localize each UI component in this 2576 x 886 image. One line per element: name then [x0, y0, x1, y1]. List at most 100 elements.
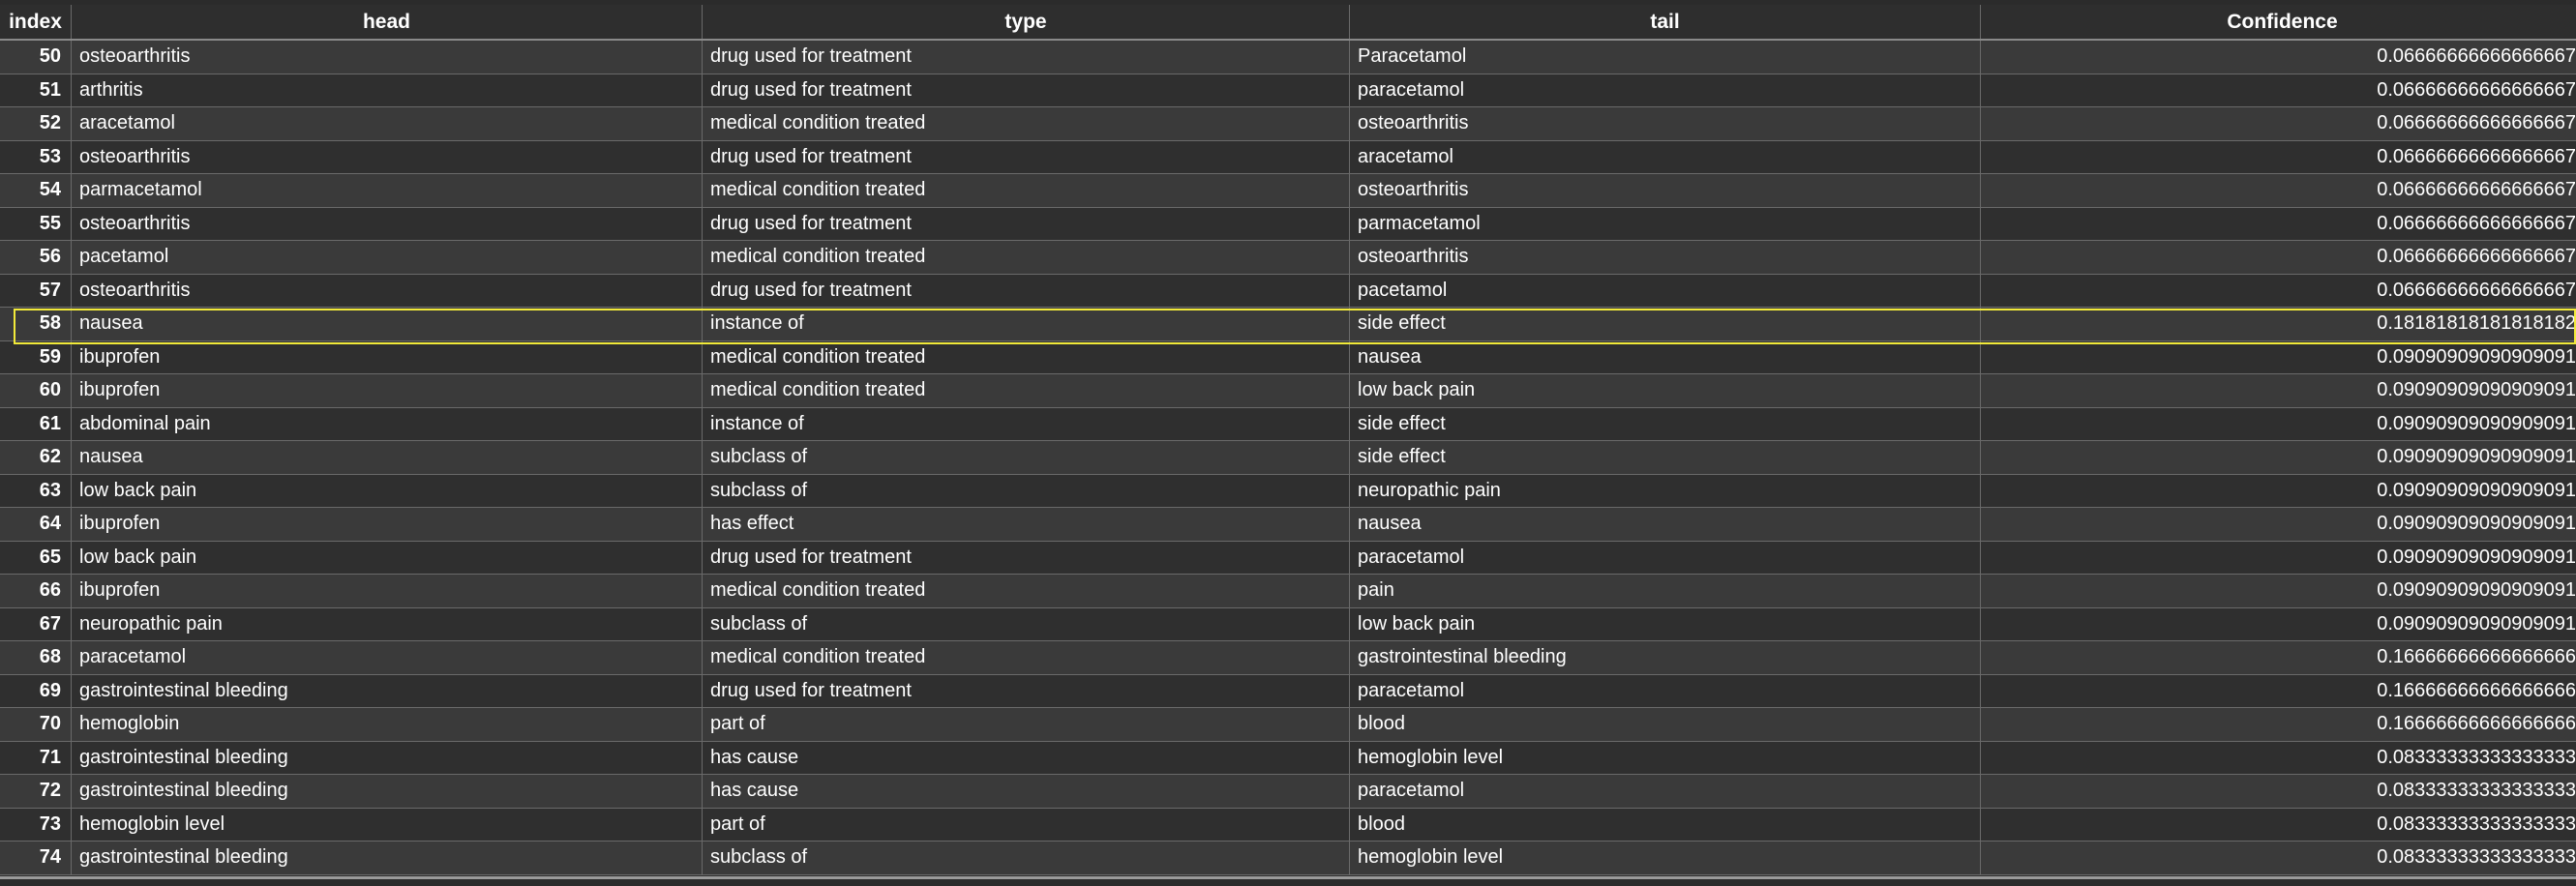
cell-head[interactable]: nausea [72, 441, 703, 474]
cell-index[interactable]: 56 [0, 241, 72, 274]
cell-index[interactable]: 64 [0, 508, 72, 541]
cell-head[interactable]: pacetamol [72, 241, 703, 274]
table-row[interactable]: 56 pacetamol medical condition treated oste… [0, 241, 2576, 275]
cell-head[interactable]: low back pain [72, 474, 703, 507]
cell-type[interactable]: medical condition treated [703, 241, 1350, 274]
cell-tail[interactable]: side effect [1350, 308, 1981, 340]
cell-tail[interactable]: parmacetamol [1350, 207, 1981, 240]
cell-head[interactable]: osteoarthritis [72, 41, 703, 74]
cell-type[interactable]: instance of [703, 407, 1350, 440]
cell-head[interactable]: nausea [72, 308, 703, 340]
cell-type[interactable]: medical condition treated [703, 174, 1350, 207]
cell-confidence[interactable]: 0.16666666666666666 [1981, 641, 2576, 674]
cell-tail[interactable]: aracetamol [1350, 140, 1981, 173]
column-header-confidence[interactable]: Confidence [1981, 5, 2576, 39]
cell-tail[interactable]: pain [1350, 575, 1981, 607]
cell-head[interactable]: paracetamol [72, 641, 703, 674]
column-header-head[interactable]: head [72, 5, 703, 39]
cell-confidence[interactable]: 0.09090909090909091 [1981, 542, 2576, 575]
table-row[interactable]: 53 osteoarthritis drug used for treatment a… [0, 140, 2576, 174]
table-row[interactable]: 64 ibuprofen has effect nausea 0.09090909090… [0, 508, 2576, 542]
cell-index[interactable]: 74 [0, 842, 72, 874]
table-row[interactable]: 72 gastrointestinal bleeding has cause para… [0, 775, 2576, 809]
cell-tail[interactable]: hemoglobin level [1350, 842, 1981, 874]
cell-type[interactable]: medical condition treated [703, 575, 1350, 607]
cell-type[interactable]: has effect [703, 508, 1350, 541]
cell-head[interactable]: gastrointestinal bleeding [72, 674, 703, 707]
cell-confidence[interactable]: 0.16666666666666666 [1981, 708, 2576, 741]
cell-tail[interactable]: paracetamol [1350, 775, 1981, 808]
table-row[interactable]: 74 gastrointestinal bleeding subclass of he… [0, 842, 2576, 875]
cell-type[interactable]: medical condition treated [703, 107, 1350, 140]
cell-head[interactable]: hemoglobin [72, 708, 703, 741]
table-row[interactable]: 68 paracetamol medical condition treated ga… [0, 641, 2576, 675]
table-row[interactable]: 69 gastrointestinal bleeding drug used for… [0, 674, 2576, 708]
cell-confidence[interactable]: 0.09090909090909091 [1981, 475, 2576, 508]
cell-head[interactable]: ibuprofen [72, 374, 703, 407]
cell-confidence[interactable]: 0.06666666666666667 [1981, 174, 2576, 207]
cell-tail[interactable]: nausea [1350, 508, 1981, 541]
table-row[interactable]: 55 osteoarthritis drug used for treatment p… [0, 207, 2576, 241]
cell-tail[interactable]: gastrointestinal bleeding [1350, 641, 1981, 674]
cell-index[interactable]: 68 [0, 641, 72, 674]
cell-index[interactable]: 73 [0, 808, 72, 841]
cell-type[interactable]: subclass of [703, 441, 1350, 474]
cell-type[interactable]: subclass of [703, 474, 1350, 507]
cell-confidence[interactable]: 0.09090909090909091 [1981, 374, 2576, 407]
cell-tail[interactable]: paracetamol [1350, 541, 1981, 574]
cell-confidence[interactable]: 0.09090909090909091 [1981, 508, 2576, 541]
cell-head[interactable]: gastrointestinal bleeding [72, 775, 703, 808]
cell-head[interactable]: aracetamol [72, 107, 703, 140]
cell-type[interactable]: medical condition treated [703, 340, 1350, 373]
cell-type[interactable]: drug used for treatment [703, 140, 1350, 173]
cell-type[interactable]: subclass of [703, 607, 1350, 640]
cell-tail[interactable]: paracetamol [1350, 74, 1981, 106]
cell-tail[interactable]: osteoarthritis [1350, 107, 1981, 140]
cell-index[interactable]: 72 [0, 775, 72, 808]
table-row[interactable]: 60 ibuprofen medical condition treated low … [0, 374, 2576, 408]
cell-type[interactable]: has cause [703, 775, 1350, 808]
cell-index[interactable]: 54 [0, 174, 72, 207]
cell-tail[interactable]: Paracetamol [1350, 41, 1981, 74]
table-row[interactable]: 65 low back pain drug used for treatment pa… [0, 541, 2576, 575]
cell-head[interactable]: parmacetamol [72, 174, 703, 207]
cell-tail[interactable]: paracetamol [1350, 674, 1981, 707]
table-row[interactable]: 66 ibuprofen medical condition treated pain… [0, 575, 2576, 608]
cell-type[interactable]: drug used for treatment [703, 74, 1350, 106]
cell-tail[interactable]: pacetamol [1350, 274, 1981, 307]
cell-tail[interactable]: hemoglobin level [1350, 741, 1981, 774]
cell-confidence[interactable]: 0.06666666666666667 [1981, 107, 2576, 140]
cell-tail[interactable]: low back pain [1350, 607, 1981, 640]
cell-index[interactable]: 70 [0, 708, 72, 741]
cell-index[interactable]: 62 [0, 441, 72, 474]
table-row[interactable]: 52 aracetamol medical condition treated ost… [0, 107, 2576, 141]
cell-confidence[interactable]: 0.06666666666666667 [1981, 241, 2576, 274]
cell-type[interactable]: drug used for treatment [703, 41, 1350, 74]
cell-type[interactable]: medical condition treated [703, 641, 1350, 674]
cell-index[interactable]: 71 [0, 741, 72, 774]
cell-index[interactable]: 55 [0, 207, 72, 240]
cell-confidence[interactable]: 0.09090909090909091 [1981, 341, 2576, 374]
cell-confidence[interactable]: 0.18181818181818182 [1981, 308, 2576, 340]
cell-head[interactable]: ibuprofen [72, 340, 703, 373]
cell-type[interactable]: drug used for treatment [703, 274, 1350, 307]
cell-tail[interactable]: osteoarthritis [1350, 241, 1981, 274]
table-row[interactable]: 57 osteoarthritis drug used for treatment p… [0, 274, 2576, 308]
cell-head[interactable]: gastrointestinal bleeding [72, 741, 703, 774]
cell-head[interactable]: osteoarthritis [72, 274, 703, 307]
cell-confidence[interactable]: 0.09090909090909091 [1981, 608, 2576, 641]
cell-index[interactable]: 59 [0, 340, 72, 373]
cell-tail[interactable]: low back pain [1350, 374, 1981, 407]
cell-head[interactable]: ibuprofen [72, 575, 703, 607]
cell-index[interactable]: 67 [0, 607, 72, 640]
table-row[interactable]: 73 hemoglobin level part of blood 0.08333333… [0, 808, 2576, 842]
table-row[interactable]: 58 nausea instance of side effect 0.18181818… [0, 308, 2576, 341]
cell-index[interactable]: 57 [0, 274, 72, 307]
cell-head[interactable]: arthritis [72, 74, 703, 106]
cell-head[interactable]: osteoarthritis [72, 207, 703, 240]
cell-type[interactable]: drug used for treatment [703, 207, 1350, 240]
cell-index[interactable]: 66 [0, 575, 72, 607]
cell-index[interactable]: 52 [0, 107, 72, 140]
cell-head[interactable]: low back pain [72, 541, 703, 574]
cell-type[interactable]: instance of [703, 308, 1350, 340]
